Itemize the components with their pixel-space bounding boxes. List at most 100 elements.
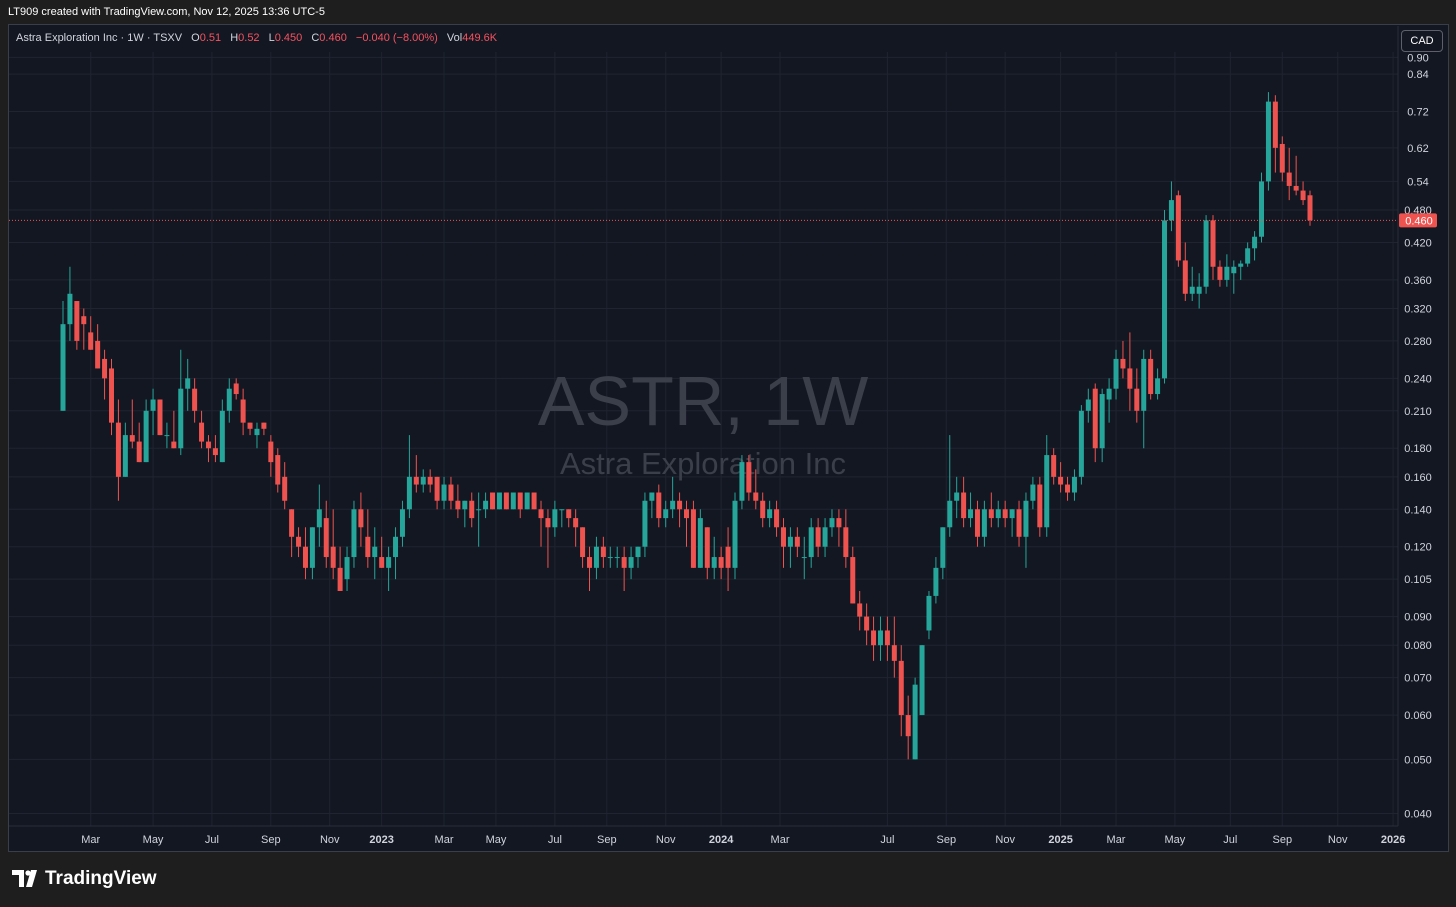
candle-body bbox=[1259, 181, 1265, 237]
price-tick-label: 0.040 bbox=[1404, 809, 1432, 821]
candle-body bbox=[282, 476, 288, 501]
candle-body bbox=[490, 492, 496, 510]
time-tick-label: Nov bbox=[656, 834, 676, 846]
footer bbox=[0, 852, 1456, 907]
candle-body bbox=[780, 527, 786, 547]
time-tick-label: Nov bbox=[1328, 834, 1348, 846]
candle-body bbox=[884, 630, 890, 646]
candle-body bbox=[157, 399, 163, 436]
candle-body bbox=[926, 595, 932, 631]
price-tick-label: 0.320 bbox=[1404, 303, 1432, 315]
candle-body bbox=[836, 518, 842, 528]
candle-body bbox=[393, 536, 399, 558]
candle-body bbox=[1148, 358, 1154, 395]
candle-body bbox=[178, 388, 184, 449]
time-tick-label: 2024 bbox=[709, 834, 734, 846]
candle-body bbox=[843, 527, 849, 558]
candle-body bbox=[593, 546, 599, 568]
candle-body bbox=[1106, 388, 1112, 400]
candle-body bbox=[60, 324, 66, 411]
candle-body bbox=[302, 546, 308, 568]
candle-body bbox=[1217, 266, 1223, 280]
volume-label: Vol bbox=[446, 32, 463, 44]
candle-body bbox=[233, 383, 239, 395]
candle-body bbox=[351, 509, 357, 558]
candle-body bbox=[656, 492, 662, 519]
candle-body bbox=[1099, 394, 1105, 449]
candle-body bbox=[1044, 455, 1050, 528]
candle-body bbox=[316, 509, 322, 528]
candle-body bbox=[642, 500, 648, 547]
time-tick-label: Jul bbox=[205, 834, 219, 846]
tradingview-logo-icon bbox=[12, 870, 37, 887]
candle-body bbox=[877, 630, 883, 646]
candle-body bbox=[448, 484, 454, 501]
candle-body bbox=[905, 715, 911, 737]
candle-body bbox=[871, 630, 877, 646]
price-tick-label: 0.210 bbox=[1404, 406, 1432, 418]
candle-body bbox=[1078, 410, 1084, 477]
candle-body bbox=[1071, 476, 1077, 493]
candle-body bbox=[739, 462, 745, 501]
price-axis[interactable]: 0.900.840.720.620.540.4800.4200.3600.320… bbox=[1399, 52, 1437, 821]
price-tick-label: 0.070 bbox=[1404, 673, 1432, 685]
candle-body bbox=[503, 492, 509, 510]
candle-body bbox=[1120, 358, 1126, 369]
price-tick-label: 0.240 bbox=[1404, 373, 1432, 385]
candle-body bbox=[981, 509, 987, 537]
candle-body bbox=[95, 340, 101, 369]
candle-body bbox=[864, 616, 870, 631]
candle-body bbox=[947, 500, 953, 528]
candle-body bbox=[1065, 484, 1071, 493]
candle-body bbox=[649, 492, 655, 501]
time-tick-label: Nov bbox=[320, 834, 340, 846]
candle-body bbox=[122, 435, 128, 477]
candle-body bbox=[684, 509, 689, 519]
candle-body bbox=[379, 557, 385, 568]
candle-body bbox=[815, 527, 821, 547]
candle-body bbox=[552, 509, 558, 528]
candle-body bbox=[462, 500, 468, 510]
candle-body bbox=[600, 546, 606, 558]
currency-button[interactable]: CAD bbox=[1401, 30, 1443, 52]
price-tick-label: 0.280 bbox=[1404, 336, 1432, 348]
candle-body bbox=[1134, 388, 1140, 411]
candle-body bbox=[1009, 509, 1015, 519]
candle-body bbox=[1196, 286, 1202, 294]
candle-body bbox=[1141, 358, 1147, 411]
candle-body bbox=[1252, 236, 1258, 249]
candle-body bbox=[199, 422, 205, 442]
candle-body bbox=[711, 557, 717, 568]
candle-body bbox=[1058, 476, 1064, 485]
watermark: ASTR, 1W Astra Exploration Inc bbox=[538, 362, 869, 481]
volume-value: 449.6K bbox=[462, 32, 498, 44]
candle-body bbox=[496, 492, 502, 510]
candle-body bbox=[143, 410, 149, 463]
candle-body bbox=[891, 645, 897, 661]
candle-body bbox=[427, 476, 433, 485]
time-tick-label: May bbox=[486, 834, 507, 846]
candle-body bbox=[697, 518, 703, 568]
last-price-label: 0.460 bbox=[1405, 215, 1433, 227]
candle-body bbox=[455, 500, 461, 510]
candle-body bbox=[386, 557, 392, 568]
time-axis[interactable]: Mar May Jul Sep Nov 2023 Mar May Jul Sep Nov 2024 Ma… bbox=[81, 834, 1405, 846]
candle-body bbox=[399, 509, 405, 537]
candle-body bbox=[517, 492, 523, 510]
candle-body bbox=[74, 301, 80, 341]
candle-body bbox=[289, 509, 295, 537]
candle-body bbox=[212, 448, 218, 456]
price-tick-label: 0.140 bbox=[1404, 504, 1432, 516]
price-tick-label: 0.180 bbox=[1404, 443, 1432, 455]
candle-body bbox=[746, 462, 752, 493]
candle-body bbox=[1168, 200, 1174, 221]
candle-body bbox=[469, 500, 475, 519]
candle-body bbox=[774, 509, 780, 528]
watermark-name: Astra Exploration Inc bbox=[560, 446, 846, 481]
candle-body bbox=[406, 476, 412, 510]
candle-body bbox=[1231, 266, 1237, 274]
candle-body bbox=[115, 422, 121, 477]
candlestick-chart[interactable]: ASTR, 1W Astra Exploration Inc 0.90 0.84 0.… bbox=[0, 0, 1456, 907]
candle-body bbox=[1092, 388, 1098, 449]
candle-body bbox=[483, 500, 489, 510]
